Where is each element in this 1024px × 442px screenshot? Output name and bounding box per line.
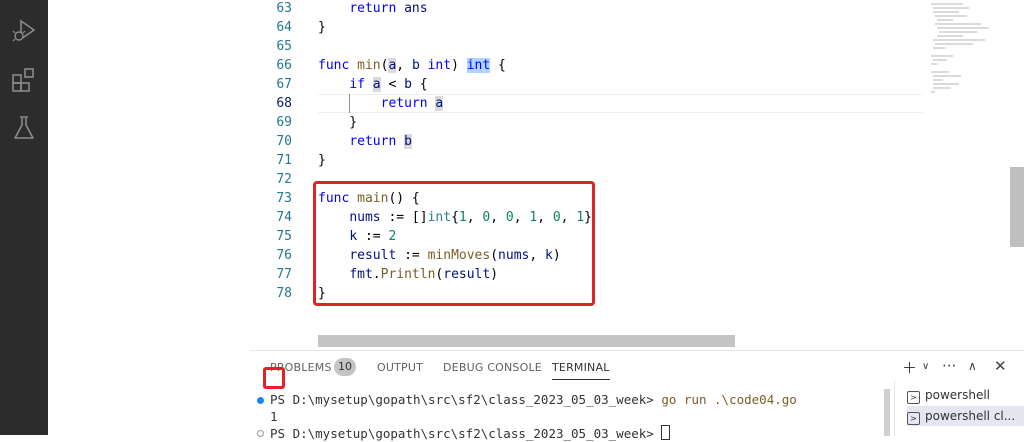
terminal-instance-item-selected[interactable]: > powershell cl... (907, 406, 1024, 426)
terminal-instance-label: powershell (925, 388, 990, 402)
code-line: return a (380, 96, 444, 111)
line-number: 71 (276, 153, 292, 168)
line-number: 67 (276, 77, 292, 92)
line-number: 75 (276, 229, 292, 244)
chevron-down-icon[interactable]: ∨ (922, 361, 929, 372)
line-number: 70 (276, 134, 292, 149)
line-number-gutter: 63 64 65 66 67 68 69 70 71 72 73 74 75 7… (250, 0, 300, 350)
code-line: } (318, 20, 326, 35)
tab-debug-console[interactable]: DEBUG CONSOLE (443, 361, 542, 374)
extensions-icon[interactable] (10, 66, 38, 94)
terminal-instance-item[interactable]: > powershell (907, 385, 1024, 405)
code-line: } (318, 153, 326, 168)
command-success-dot (257, 397, 264, 404)
bottom-panel: PROBLEMS 10 OUTPUT DEBUG CONSOLE TERMINA… (250, 350, 1024, 441)
terminal-line-prompt: PS D:\mysetup\gopath\src\sf2\class_2023_… (270, 425, 671, 442)
terminal-cursor (661, 425, 671, 440)
line-number: 72 (276, 172, 292, 187)
run-debug-icon[interactable] (10, 16, 38, 44)
terminal-scrollbar[interactable] (884, 389, 890, 436)
line-number: 65 (276, 39, 292, 54)
line-number: 74 (276, 210, 292, 225)
terminal-list: > powershell > powershell cl... (894, 381, 1024, 436)
flask-icon[interactable] (10, 114, 38, 142)
problems-count-badge: 10 (334, 358, 356, 376)
code-line: func min(a, b int) int { (318, 58, 506, 73)
line-number: 73 (276, 191, 292, 206)
terminal-output[interactable]: PS D:\mysetup\gopath\src\sf2\class_2023_… (250, 389, 890, 441)
code-line: if a < b { (349, 77, 428, 92)
tab-terminal[interactable]: TERMINAL (552, 361, 610, 380)
code-line: } (318, 115, 358, 130)
terminal-line-command: PS D:\mysetup\gopath\src\sf2\class_2023_… (270, 392, 797, 407)
editor-horizontal-scrollbar[interactable] (318, 335, 735, 347)
close-icon[interactable]: ✕ (994, 357, 1007, 375)
code-line: return ans (349, 1, 428, 16)
terminal-icon: > (907, 412, 920, 425)
line-number: 78 (276, 286, 292, 301)
line-number: 64 (276, 20, 292, 35)
terminal-icon: > (907, 391, 920, 404)
more-actions-icon[interactable]: ··· (942, 357, 956, 375)
line-number: 63 (276, 1, 292, 16)
activity-bar (0, 0, 48, 435)
new-terminal-icon[interactable]: ＋ (902, 357, 917, 378)
line-number: 66 (276, 58, 292, 73)
highlight-annotation-box (313, 181, 595, 306)
maximize-panel-icon[interactable]: ∧ (968, 359, 977, 373)
terminal-output-value: 1 (270, 409, 278, 424)
minimap[interactable] (923, 0, 1013, 110)
code-line: return b (349, 134, 412, 149)
editor-vertical-scrollbar[interactable] (1010, 167, 1024, 247)
line-number: 77 (276, 267, 292, 282)
terminal-command: go run .\code04.go (661, 392, 797, 407)
terminal-instance-label: powershell cl... (925, 409, 1016, 423)
output-highlight-box (263, 367, 285, 389)
command-pending-dot (257, 430, 264, 437)
line-number-active: 68 (276, 96, 292, 111)
line-number: 76 (276, 248, 292, 263)
tab-output[interactable]: OUTPUT (377, 361, 423, 374)
line-number: 69 (276, 115, 292, 130)
